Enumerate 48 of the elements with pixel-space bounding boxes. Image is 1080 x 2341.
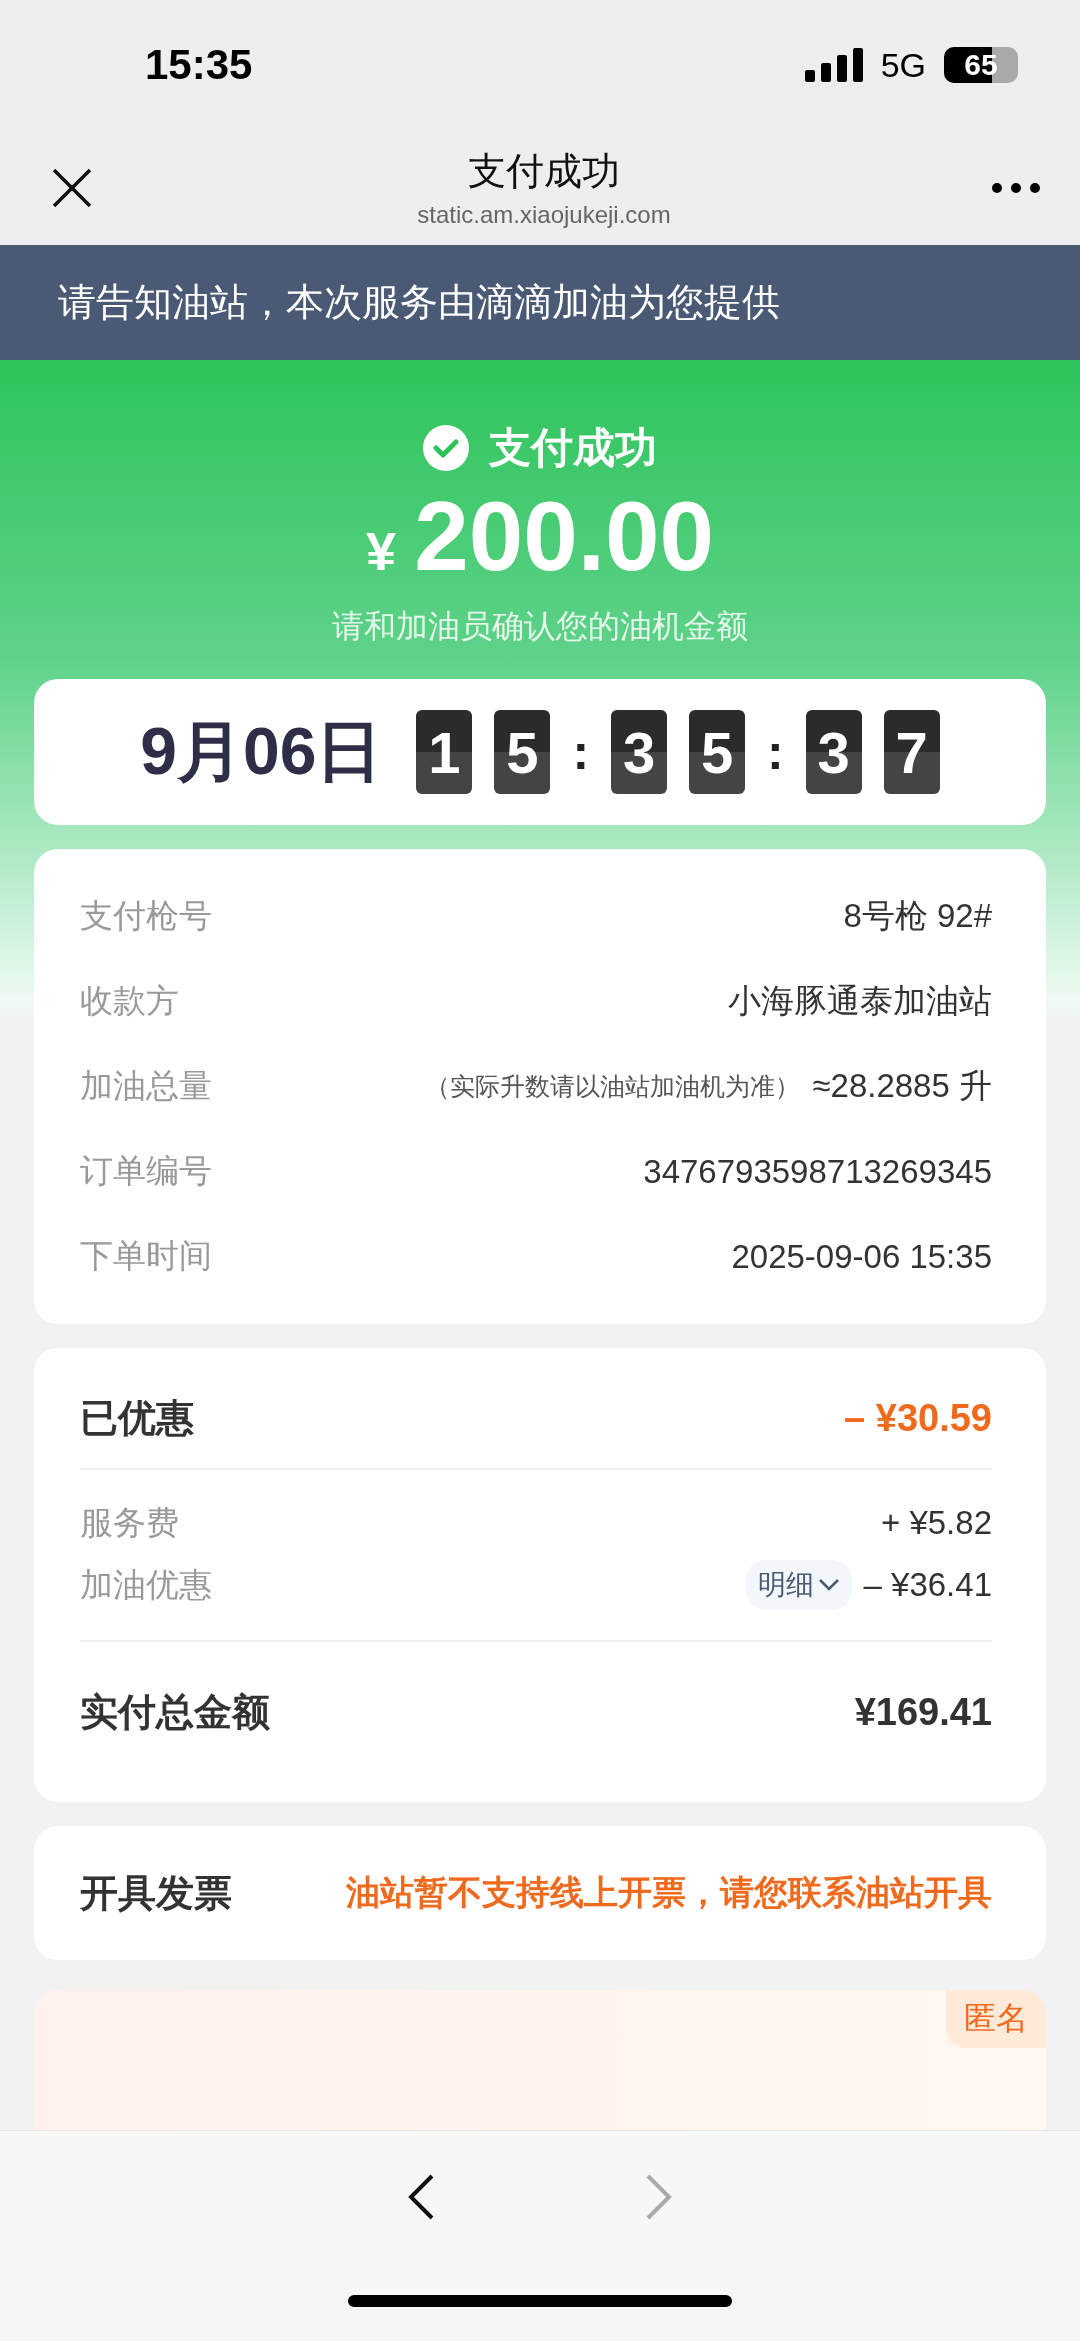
- back-icon: [406, 2173, 436, 2221]
- page-title: 支付成功: [468, 149, 620, 194]
- check-circle-icon: [423, 425, 469, 471]
- detail-value: 小海豚通泰加油站: [728, 981, 992, 1021]
- status-time: 15:35: [145, 41, 253, 89]
- currency-symbol: ¥: [366, 520, 397, 582]
- details-toggle[interactable]: 明细: [745, 1560, 852, 1610]
- page-url: static.am.xiaojukeji.com: [417, 201, 671, 229]
- detail-value: ≈28.2885 升: [812, 1066, 992, 1106]
- discount-amount: – ¥30.59: [844, 1396, 992, 1440]
- chevron-icon: [817, 1578, 840, 1592]
- detail-label: 订单编号: [80, 1151, 212, 1191]
- clock-date: 9月06日: [140, 713, 383, 790]
- flip-digit: 5: [689, 710, 746, 794]
- flip-digit: 3: [611, 710, 668, 794]
- clock-separator: :: [767, 723, 784, 781]
- more-icon: [992, 182, 1040, 193]
- detail-label: 支付枪号: [80, 896, 212, 936]
- payment-status: 支付成功: [489, 423, 657, 473]
- invoice-message: 油站暂不支持线上开票，请您联系油站开具: [346, 1872, 992, 1913]
- payment-amount: 200.00: [414, 480, 714, 593]
- fee-value: + ¥5.82: [880, 1504, 992, 1542]
- flip-digit: 5: [494, 710, 551, 794]
- fee-label: 加油优惠: [80, 1564, 212, 1605]
- detail-value: 3476793598713269345: [643, 1152, 992, 1191]
- flip-digit: 3: [805, 710, 862, 794]
- notice-banner: 请告知油站，本次服务由滴滴加油为您提供: [0, 245, 1080, 360]
- clock-separator: :: [572, 723, 590, 781]
- fee-label: 服务费: [80, 1502, 179, 1543]
- total-amount: ¥169.41: [854, 1690, 992, 1734]
- fee-value: – ¥36.41: [863, 1566, 992, 1604]
- detail-label: 下单时间: [80, 1236, 212, 1276]
- detail-value: 8号枪 92#: [843, 896, 992, 936]
- detail-label: 收款方: [80, 981, 179, 1021]
- close-icon: [52, 167, 92, 208]
- signal-icon: [804, 48, 863, 82]
- flip-digit: 7: [883, 710, 940, 794]
- invoice-label: 开具发票: [80, 1870, 232, 1916]
- detail-label: 加油总量: [80, 1066, 212, 1106]
- discount-label: 已优惠: [80, 1395, 194, 1441]
- detail-value: 2025-09-06 15:35: [731, 1237, 992, 1276]
- total-label: 实付总金额: [80, 1689, 270, 1735]
- network-label: 5G: [880, 45, 926, 85]
- flip-digit: 1: [416, 710, 473, 794]
- forward-icon: [644, 2173, 674, 2221]
- confirm-hint: 请和加油员确认您的油机金额: [332, 607, 748, 646]
- anonymous-badge: 匿名: [946, 1990, 1046, 2048]
- detail-note: （实际升数请以油站加油机为准）: [425, 1071, 801, 1102]
